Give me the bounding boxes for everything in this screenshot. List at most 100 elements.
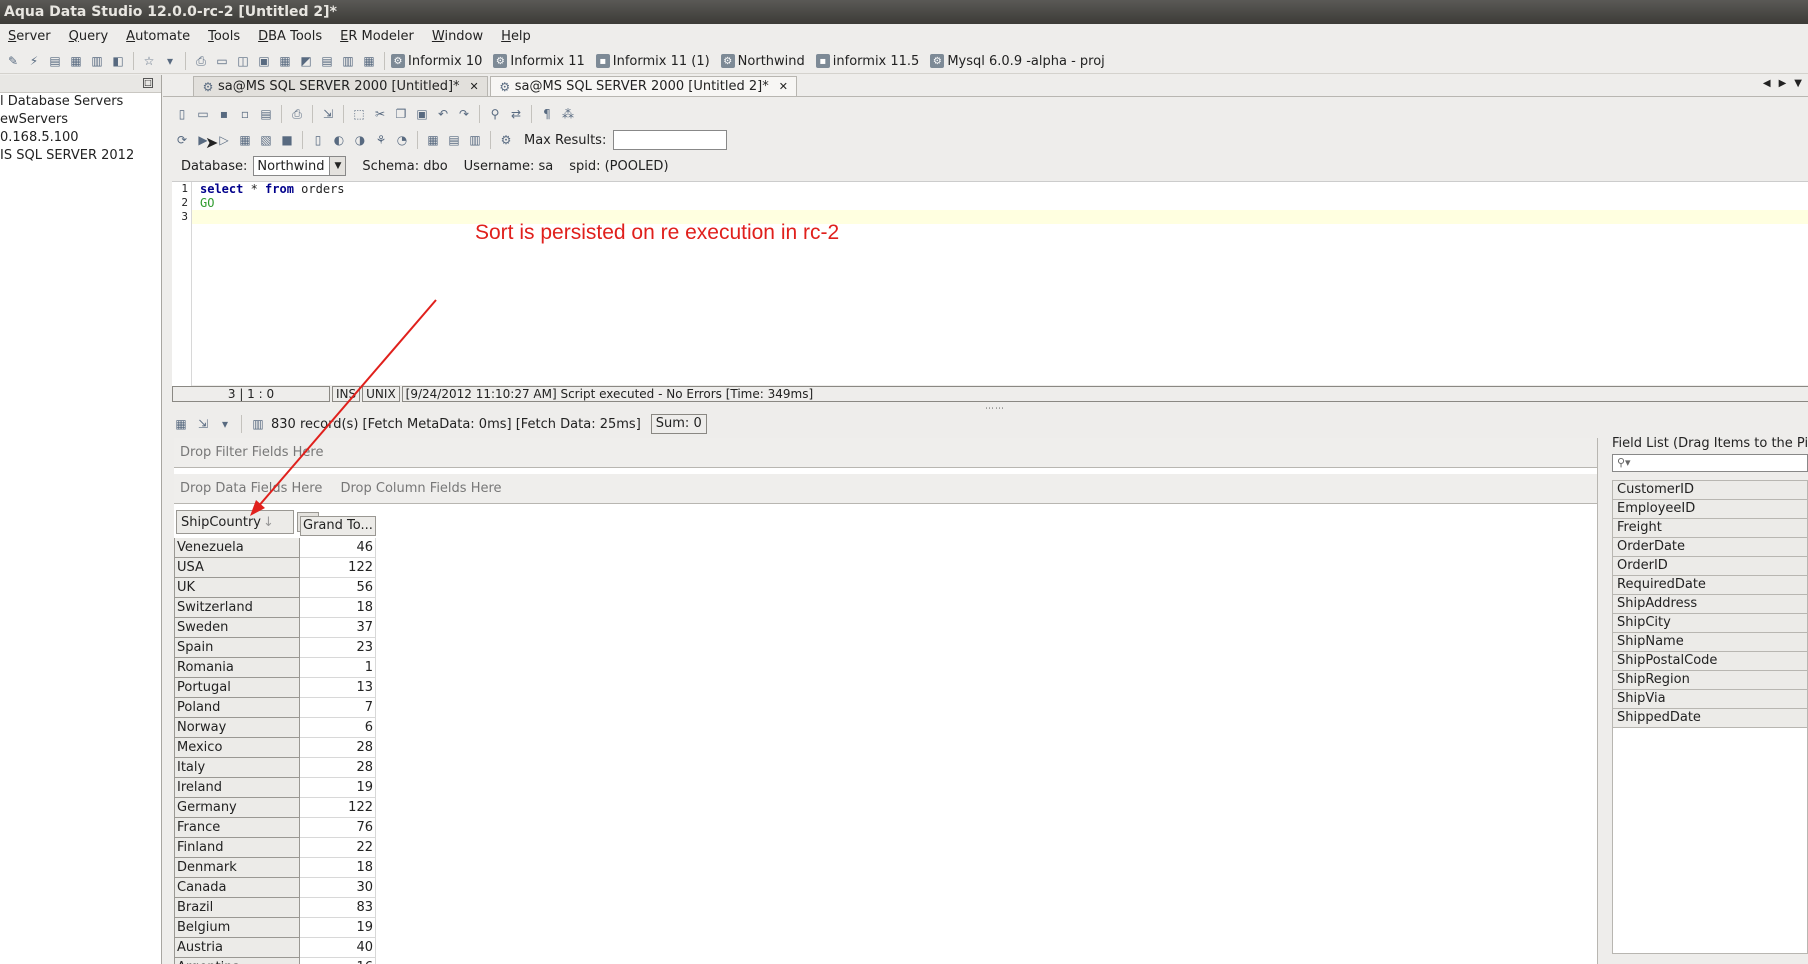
field-search-input[interactable]: ⚲▾ xyxy=(1612,454,1808,472)
save-as-icon[interactable]: ▫ xyxy=(236,105,254,123)
export-icon[interactable]: ⇲ xyxy=(319,105,337,123)
table-row[interactable]: Denmark 18 xyxy=(174,858,376,878)
table-row[interactable]: Argentina16 xyxy=(174,958,376,964)
table-row[interactable]: Ireland 19 xyxy=(174,778,376,798)
grand-total-cell[interactable]: 83 xyxy=(300,898,376,918)
tree-item-new-servers[interactable]: ewServers xyxy=(0,111,161,129)
commit-icon[interactable]: ◐ xyxy=(330,131,348,149)
execute-all-icon[interactable]: ⟳ xyxy=(173,131,191,149)
table-row[interactable]: Spain 23 xyxy=(174,638,376,658)
pivot-icon[interactable]: ▥ xyxy=(249,415,267,433)
row-header-cell[interactable]: Ireland xyxy=(174,778,300,798)
row-header-cell[interactable]: Germany xyxy=(174,798,300,818)
field-item[interactable]: ShipVia xyxy=(1613,690,1807,709)
grand-total-cell[interactable]: 40 xyxy=(300,938,376,958)
grand-total-cell[interactable]: 28 xyxy=(300,758,376,778)
row-header-cell[interactable]: USA xyxy=(174,558,300,578)
table-row[interactable]: Sweden 37 xyxy=(174,618,376,638)
cut-icon[interactable]: ✂ xyxy=(371,105,389,123)
data-column-drop-zone[interactable]: Drop Data Fields Here Drop Column Fields… xyxy=(174,474,1597,504)
grid-icon[interactable]: ▦ xyxy=(276,52,294,70)
results-file-icon[interactable]: ▥ xyxy=(466,131,484,149)
row-header-cell[interactable]: Belgium xyxy=(174,918,300,938)
row-header-cell[interactable]: Romania xyxy=(174,658,300,678)
tree-item-ms-sql-2012[interactable]: IS SQL SERVER 2012 xyxy=(0,147,161,165)
grand-total-cell[interactable]: 18 xyxy=(300,858,376,878)
splitter-handle[interactable]: ⋯⋯ xyxy=(985,404,1005,414)
row-header-cell[interactable]: Poland xyxy=(174,698,300,718)
table-row[interactable]: Finland 22 xyxy=(174,838,376,858)
row-header-cell[interactable]: Austria xyxy=(174,938,300,958)
grand-total-cell[interactable]: 18 xyxy=(300,598,376,618)
table-row[interactable]: Switzerland 18 xyxy=(174,598,376,618)
new-query-icon[interactable]: ▦ xyxy=(67,52,85,70)
grand-total-cell[interactable]: 1 xyxy=(300,658,376,678)
row-field-shipcountry[interactable]: ShipCountry ↓ ▼ xyxy=(176,510,319,534)
undo-icon[interactable]: ↶ xyxy=(434,105,452,123)
grand-total-cell[interactable]: 7 xyxy=(300,698,376,718)
query-window-icon[interactable]: ▤ xyxy=(46,52,64,70)
layout-1-icon[interactable]: ▭ xyxy=(213,52,231,70)
row-header-cell[interactable]: Mexico xyxy=(174,738,300,758)
auto-commit-icon[interactable]: ▯ xyxy=(309,131,327,149)
row-header-cell[interactable]: Brazil xyxy=(174,898,300,918)
layout-6-icon[interactable]: ▥ xyxy=(339,52,357,70)
connection-informix-11[interactable]: ⚙ Informix 11 xyxy=(493,54,585,69)
menu-query[interactable]: Query xyxy=(69,29,109,44)
menu-server[interactable]: Server xyxy=(8,29,51,44)
row-header-cell[interactable]: Sweden xyxy=(174,618,300,638)
connection-informix-10[interactable]: ⚙ Informix 10 xyxy=(391,54,482,69)
table-row[interactable]: Germany 122 xyxy=(174,798,376,818)
grand-total-cell[interactable]: 37 xyxy=(300,618,376,638)
grand-total-cell[interactable]: 28 xyxy=(300,738,376,758)
row-header-cell[interactable]: Portugal xyxy=(174,678,300,698)
print-icon[interactable]: ⎙ xyxy=(288,105,306,123)
connect-icon[interactable]: ⚡ xyxy=(25,52,43,70)
replace-icon[interactable]: ⇄ xyxy=(507,105,525,123)
field-item[interactable]: ShipRegion xyxy=(1613,671,1807,690)
table-row[interactable]: Venezuela 46 xyxy=(174,538,376,558)
row-header-cell[interactable]: France xyxy=(174,818,300,838)
grand-total-cell[interactable]: 19 xyxy=(300,918,376,938)
results-text-icon[interactable]: ▤ xyxy=(445,131,463,149)
connection-mysql[interactable]: ⚙ Mysql 6.0.9 -alpha - proj xyxy=(930,54,1105,69)
tab-untitled[interactable]: ⚙ sa@MS SQL SERVER 2000 [Untitled]* ✕ xyxy=(193,76,488,96)
row-header-cell[interactable]: Norway xyxy=(174,718,300,738)
row-header-cell[interactable]: Venezuela xyxy=(174,538,300,558)
dropdown-icon[interactable]: ▾ xyxy=(161,52,179,70)
field-item[interactable]: OrderID xyxy=(1613,557,1807,576)
grand-total-cell[interactable]: 122 xyxy=(300,798,376,818)
menu-automate[interactable]: Automate xyxy=(126,29,190,44)
table-row[interactable]: UK 56 xyxy=(174,578,376,598)
row-header-cell[interactable]: Italy xyxy=(174,758,300,778)
table-row[interactable]: Italy 28 xyxy=(174,758,376,778)
copy-icon[interactable]: ❐ xyxy=(392,105,410,123)
chevron-down-icon[interactable]: ▾ xyxy=(216,415,234,433)
open-folder-icon[interactable]: ▭ xyxy=(194,105,212,123)
max-results-input[interactable] xyxy=(613,130,728,150)
layout-3-icon[interactable]: ▣ xyxy=(255,52,273,70)
save-all-icon[interactable]: ▤ xyxy=(257,105,275,123)
tab-untitled-2[interactable]: ⚙ sa@MS SQL SERVER 2000 [Untitled 2]* ✕ xyxy=(489,76,797,96)
filter-drop-zone[interactable]: Drop Filter Fields Here xyxy=(174,438,1597,468)
row-header-cell[interactable]: Spain xyxy=(174,638,300,658)
row-header-cell[interactable]: Argentina xyxy=(174,958,300,964)
field-item[interactable]: CustomerID xyxy=(1613,481,1807,500)
export-results-icon[interactable]: ⇲ xyxy=(194,415,212,433)
layout-2-icon[interactable]: ◫ xyxy=(234,52,252,70)
grand-total-cell[interactable]: 46 xyxy=(300,538,376,558)
transaction-icon[interactable]: ⚘ xyxy=(372,131,390,149)
table-row[interactable]: Portugal 13 xyxy=(174,678,376,698)
layout-4-icon[interactable]: ◩ xyxy=(297,52,315,70)
save-icon[interactable]: ▪ xyxy=(215,105,233,123)
grand-total-cell[interactable]: 16 xyxy=(300,958,376,964)
menu-dba-tools[interactable]: DBA Tools xyxy=(258,29,322,44)
field-item[interactable]: ShipAddress xyxy=(1613,595,1807,614)
menu-tools[interactable]: Tools xyxy=(208,29,240,44)
isolation-icon[interactable]: ◔ xyxy=(393,131,411,149)
field-item[interactable]: EmployeeID xyxy=(1613,500,1807,519)
field-item[interactable]: ShipName xyxy=(1613,633,1807,652)
field-item[interactable]: ShipCity xyxy=(1613,614,1807,633)
field-item[interactable]: Freight xyxy=(1613,519,1807,538)
connection-informix-11-1[interactable]: ▪ Informix 11 (1) xyxy=(595,54,710,69)
